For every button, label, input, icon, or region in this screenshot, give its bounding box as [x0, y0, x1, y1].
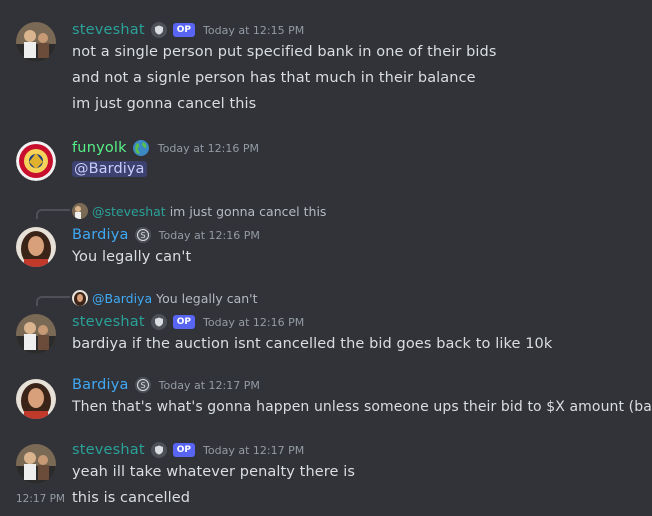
username[interactable]: steveshat	[72, 22, 145, 38]
message-text: bardiya if the auction isnt cancelled th…	[72, 336, 553, 352]
avatar	[72, 203, 88, 219]
message-header: funyolk Today at 12:16 PM	[72, 139, 259, 157]
hover-timestamp[interactable]: 12:17 PM	[16, 493, 65, 505]
message-text: yeah ill take whatever penalty there is	[72, 464, 356, 480]
timestamp[interactable]: Today at 12:15 PM	[203, 24, 304, 37]
op-badge: OP	[172, 315, 196, 329]
user-mention[interactable]: @Bardiya	[72, 161, 147, 177]
avatar	[72, 290, 88, 306]
svg-text:S: S	[140, 231, 145, 240]
message-group: steveshat OP Today at 12:17 PM yeah ill …	[0, 442, 652, 516]
timestamp[interactable]: Today at 12:17 PM	[159, 379, 260, 392]
username[interactable]: steveshat	[72, 442, 145, 458]
reply-text: You legally can't	[156, 290, 258, 306]
message-text: Then that's what's gonna happen unless s…	[72, 399, 652, 415]
message-text: this is cancelled	[72, 490, 191, 506]
message-header: steveshat OP Today at 12:16 PM	[72, 314, 304, 330]
timestamp[interactable]: Today at 12:16 PM	[203, 316, 304, 329]
globe-icon[interactable]	[132, 139, 150, 157]
op-badge: OP	[172, 443, 196, 457]
message-text: and not a signle person has that much in…	[72, 70, 476, 86]
reply-spine	[36, 296, 70, 306]
username[interactable]: Bardiya	[72, 227, 129, 243]
avatar[interactable]	[16, 379, 56, 419]
avatar[interactable]	[16, 22, 56, 62]
timestamp[interactable]: Today at 12:16 PM	[158, 142, 259, 155]
timestamp[interactable]: Today at 12:16 PM	[159, 229, 260, 242]
message-text: @Bardiya	[72, 161, 147, 177]
reply-text: im just gonna cancel this	[169, 203, 327, 219]
avatar[interactable]	[16, 314, 56, 354]
avatar[interactable]	[16, 141, 56, 181]
message-header: steveshat OP Today at 12:17 PM	[72, 442, 304, 458]
message-group: @Bardiya You legally can't steveshat OP …	[0, 290, 652, 360]
avatar[interactable]	[16, 227, 56, 267]
shield-icon[interactable]	[150, 22, 167, 38]
reply-preview[interactable]: @Bardiya You legally can't	[72, 290, 258, 306]
timestamp[interactable]: Today at 12:17 PM	[203, 444, 304, 457]
shield-icon[interactable]	[150, 314, 167, 330]
message-group: @steveshat im just gonna cancel this Bar…	[0, 203, 652, 273]
message-header: Bardiya S Today at 12:17 PM	[72, 377, 260, 393]
username[interactable]: Bardiya	[72, 377, 129, 393]
nitro-s-icon[interactable]: S	[134, 227, 151, 243]
reply-preview[interactable]: @steveshat im just gonna cancel this	[72, 203, 326, 219]
username[interactable]: funyolk	[72, 140, 127, 156]
shield-icon[interactable]	[150, 442, 167, 458]
message-group: steveshat OP Today at 12:15 PM not a sin…	[0, 18, 652, 118]
reply-username[interactable]: @steveshat	[92, 204, 166, 219]
op-badge: OP	[172, 23, 196, 37]
message-text: im just gonna cancel this	[72, 96, 257, 112]
svg-text:S: S	[140, 381, 145, 390]
message-group: Bardiya S Today at 12:17 PM Then that's …	[0, 377, 652, 427]
message-header: Bardiya S Today at 12:16 PM	[72, 227, 260, 243]
message-text: not a single person put specified bank i…	[72, 44, 497, 60]
message-group: funyolk Today at 12:16 PM @Bardiya	[0, 139, 652, 189]
message-text: You legally can't	[72, 249, 192, 265]
avatar[interactable]	[16, 444, 56, 484]
username[interactable]: steveshat	[72, 314, 145, 330]
message-header: steveshat OP Today at 12:15 PM	[72, 22, 304, 38]
reply-username[interactable]: @Bardiya	[92, 291, 152, 306]
reply-spine	[36, 209, 70, 219]
nitro-s-icon[interactable]: S	[134, 377, 151, 393]
